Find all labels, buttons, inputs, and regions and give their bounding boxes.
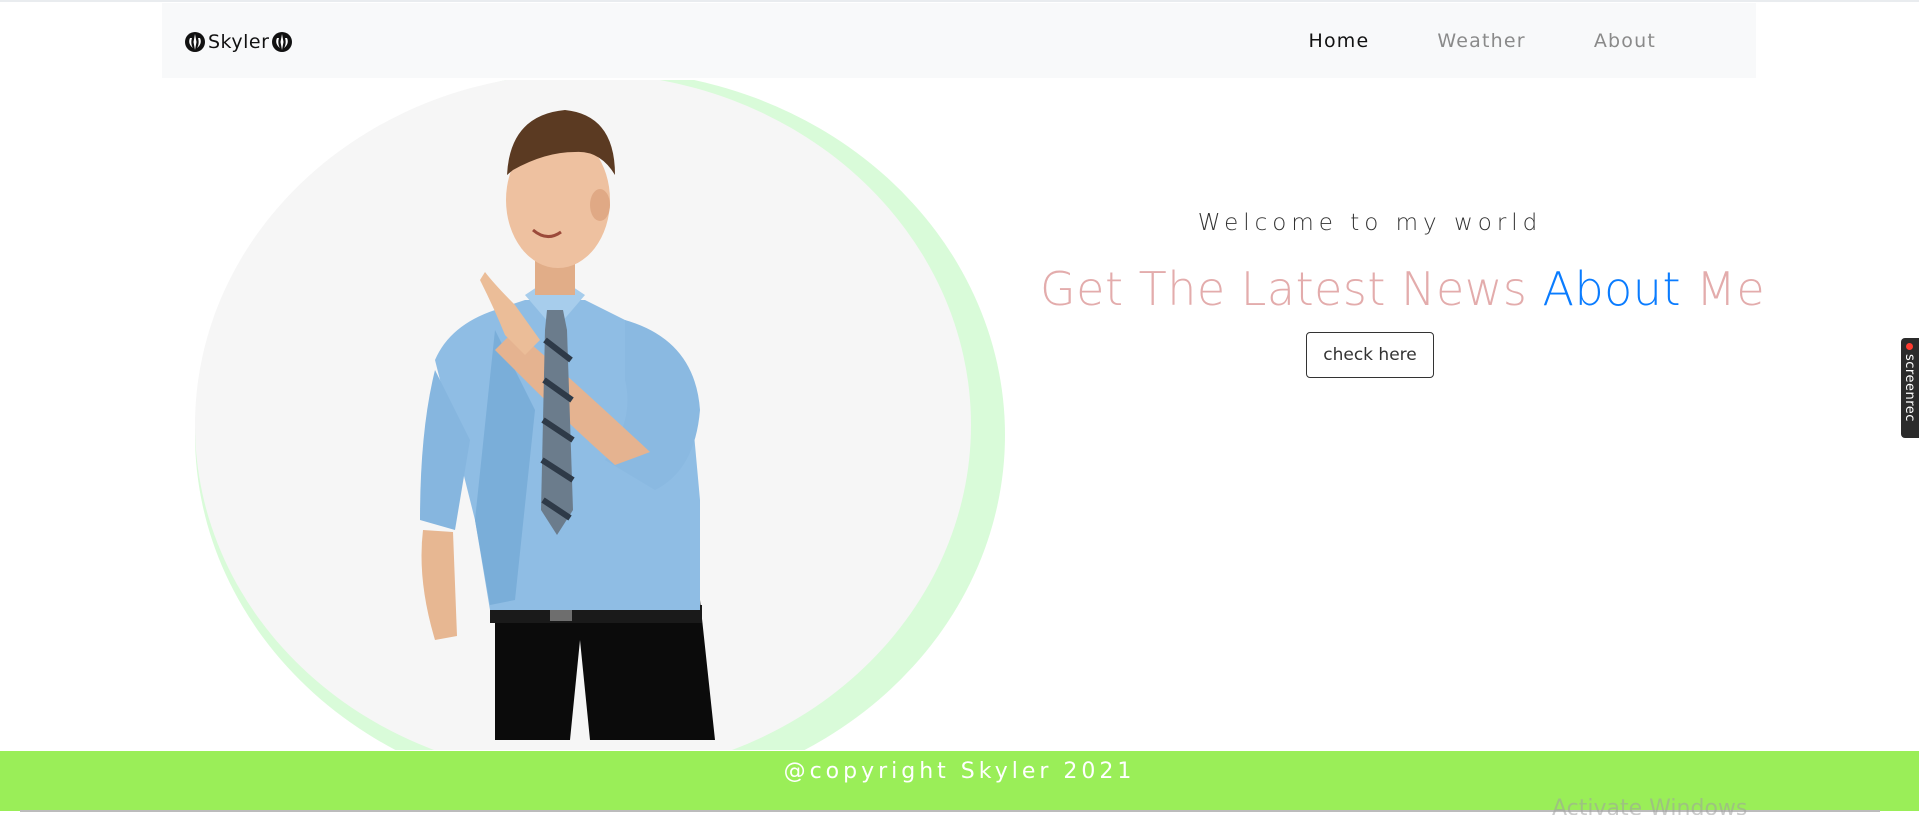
- headline: Get The Latest News About Me: [1040, 262, 1765, 316]
- screenrec-label: screenrec: [1902, 354, 1917, 422]
- brand[interactable]: Skyler: [184, 29, 293, 55]
- activate-windows-watermark: Activate Windows: [1552, 796, 1748, 815]
- hero-text: Welcome to my world Get The Latest News …: [1040, 210, 1765, 378]
- nav-links: Home Weather About: [1308, 30, 1656, 52]
- headline-part1: Get The Latest News: [1040, 262, 1528, 316]
- jedi-order-icon: [185, 32, 205, 52]
- nav-link-home[interactable]: Home: [1308, 30, 1369, 52]
- navbar: Skyler Home Weather About: [162, 3, 1756, 78]
- nav-link-about[interactable]: About: [1594, 30, 1656, 52]
- check-here-button[interactable]: check here: [1306, 332, 1434, 378]
- page: Skyler Home Weather About Welcome to my …: [0, 0, 1919, 815]
- record-dot-icon: [1906, 343, 1913, 350]
- headline-part2: Me: [1696, 262, 1766, 316]
- headline-accent: About: [1542, 262, 1681, 316]
- copyright-text: @copyright Skyler 2021: [783, 759, 1136, 784]
- hero-illustration: [195, 80, 1005, 750]
- jedi-order-icon: [272, 32, 293, 52]
- brand-name: Skyler: [208, 31, 270, 53]
- nav-link-weather[interactable]: Weather: [1437, 30, 1525, 52]
- welcome-text: Welcome to my world: [1197, 210, 1543, 236]
- screenrec-tab[interactable]: screenrec: [1901, 338, 1919, 438]
- top-border: [0, 0, 1919, 2]
- hero-image: [195, 80, 1005, 750]
